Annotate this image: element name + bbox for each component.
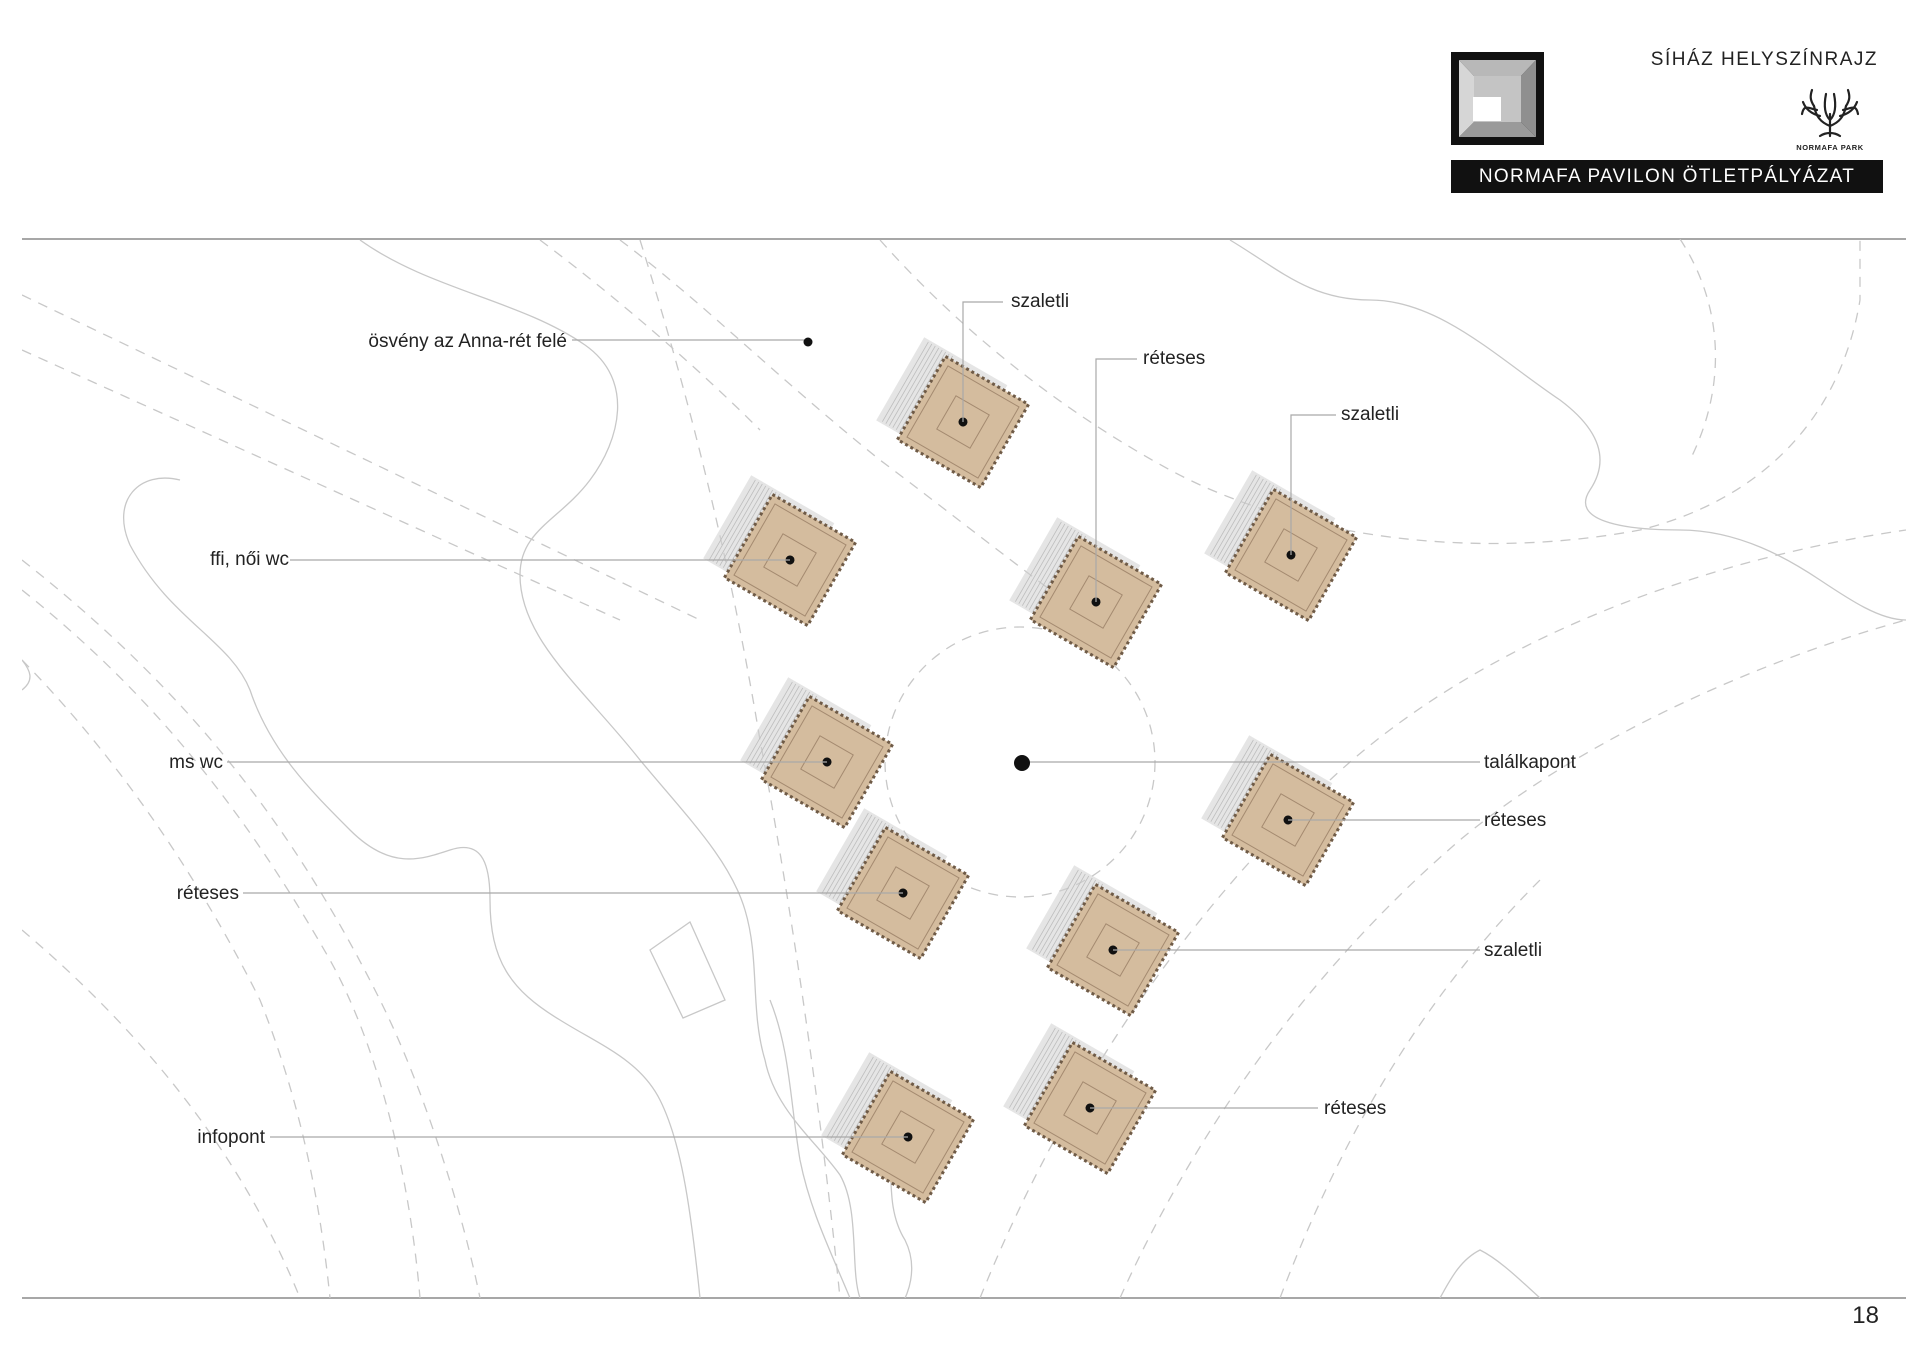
pavilion bbox=[1026, 865, 1181, 1018]
normafa-park-logo: NORMAFA PARK bbox=[1790, 80, 1870, 155]
pavilion bbox=[876, 337, 1031, 490]
label-infopont: infopont bbox=[197, 1127, 265, 1148]
label-ms-wc: ms wc bbox=[169, 752, 223, 773]
park-logo-text: NORMAFA PARK bbox=[1796, 143, 1864, 152]
pavilion bbox=[703, 475, 858, 628]
meeting-point-dot bbox=[1014, 755, 1030, 771]
label-szaletli-3: szaletli bbox=[1484, 940, 1542, 961]
label-reteses-2: réteses bbox=[1484, 810, 1546, 831]
building-outline bbox=[649, 921, 726, 1019]
sheet-title: SÍHÁZ HELYSZÍNRAJZ bbox=[1650, 49, 1878, 70]
pavilion bbox=[1201, 735, 1356, 888]
label-szaletli-2: szaletli bbox=[1341, 404, 1399, 425]
label-szaletli-1: szaletli bbox=[1011, 291, 1069, 312]
label-reteses-4: réteses bbox=[1324, 1098, 1386, 1119]
pavilion-logo-icon bbox=[1451, 52, 1544, 145]
label-wc: ffi, női wc bbox=[210, 549, 289, 570]
label-reteses-3: réteses bbox=[177, 883, 239, 904]
pavilion-logo bbox=[1451, 52, 1544, 145]
tree-icon: NORMAFA PARK bbox=[1796, 88, 1864, 152]
terrain-contour-line bbox=[769, 999, 851, 1298]
label-path-to-anna: ösvény az Anna-rét felé bbox=[368, 331, 567, 352]
pavilion bbox=[1009, 517, 1164, 670]
page-number: 18 bbox=[1852, 1302, 1879, 1329]
pavilion bbox=[1204, 470, 1359, 623]
pavilion bbox=[816, 808, 971, 961]
competition-banner: NORMAFA PAVILON ÖTLETPÁLYÁZAT bbox=[1451, 160, 1883, 193]
label-meeting-point: találkapont bbox=[1484, 752, 1577, 773]
pavilion bbox=[740, 677, 895, 830]
path-marker-dot bbox=[803, 337, 813, 347]
labels: ösvény az Anna-rét felé szaletli réteses… bbox=[169, 291, 1576, 1148]
site-plan-sheet: ösvény az Anna-rét felé szaletli réteses… bbox=[22, 238, 1906, 1299]
pavilion-group bbox=[703, 337, 1359, 1205]
terrain-contour-line bbox=[1439, 1249, 1541, 1298]
label-reteses-1: réteses bbox=[1143, 348, 1205, 369]
pavilion bbox=[1003, 1023, 1158, 1176]
